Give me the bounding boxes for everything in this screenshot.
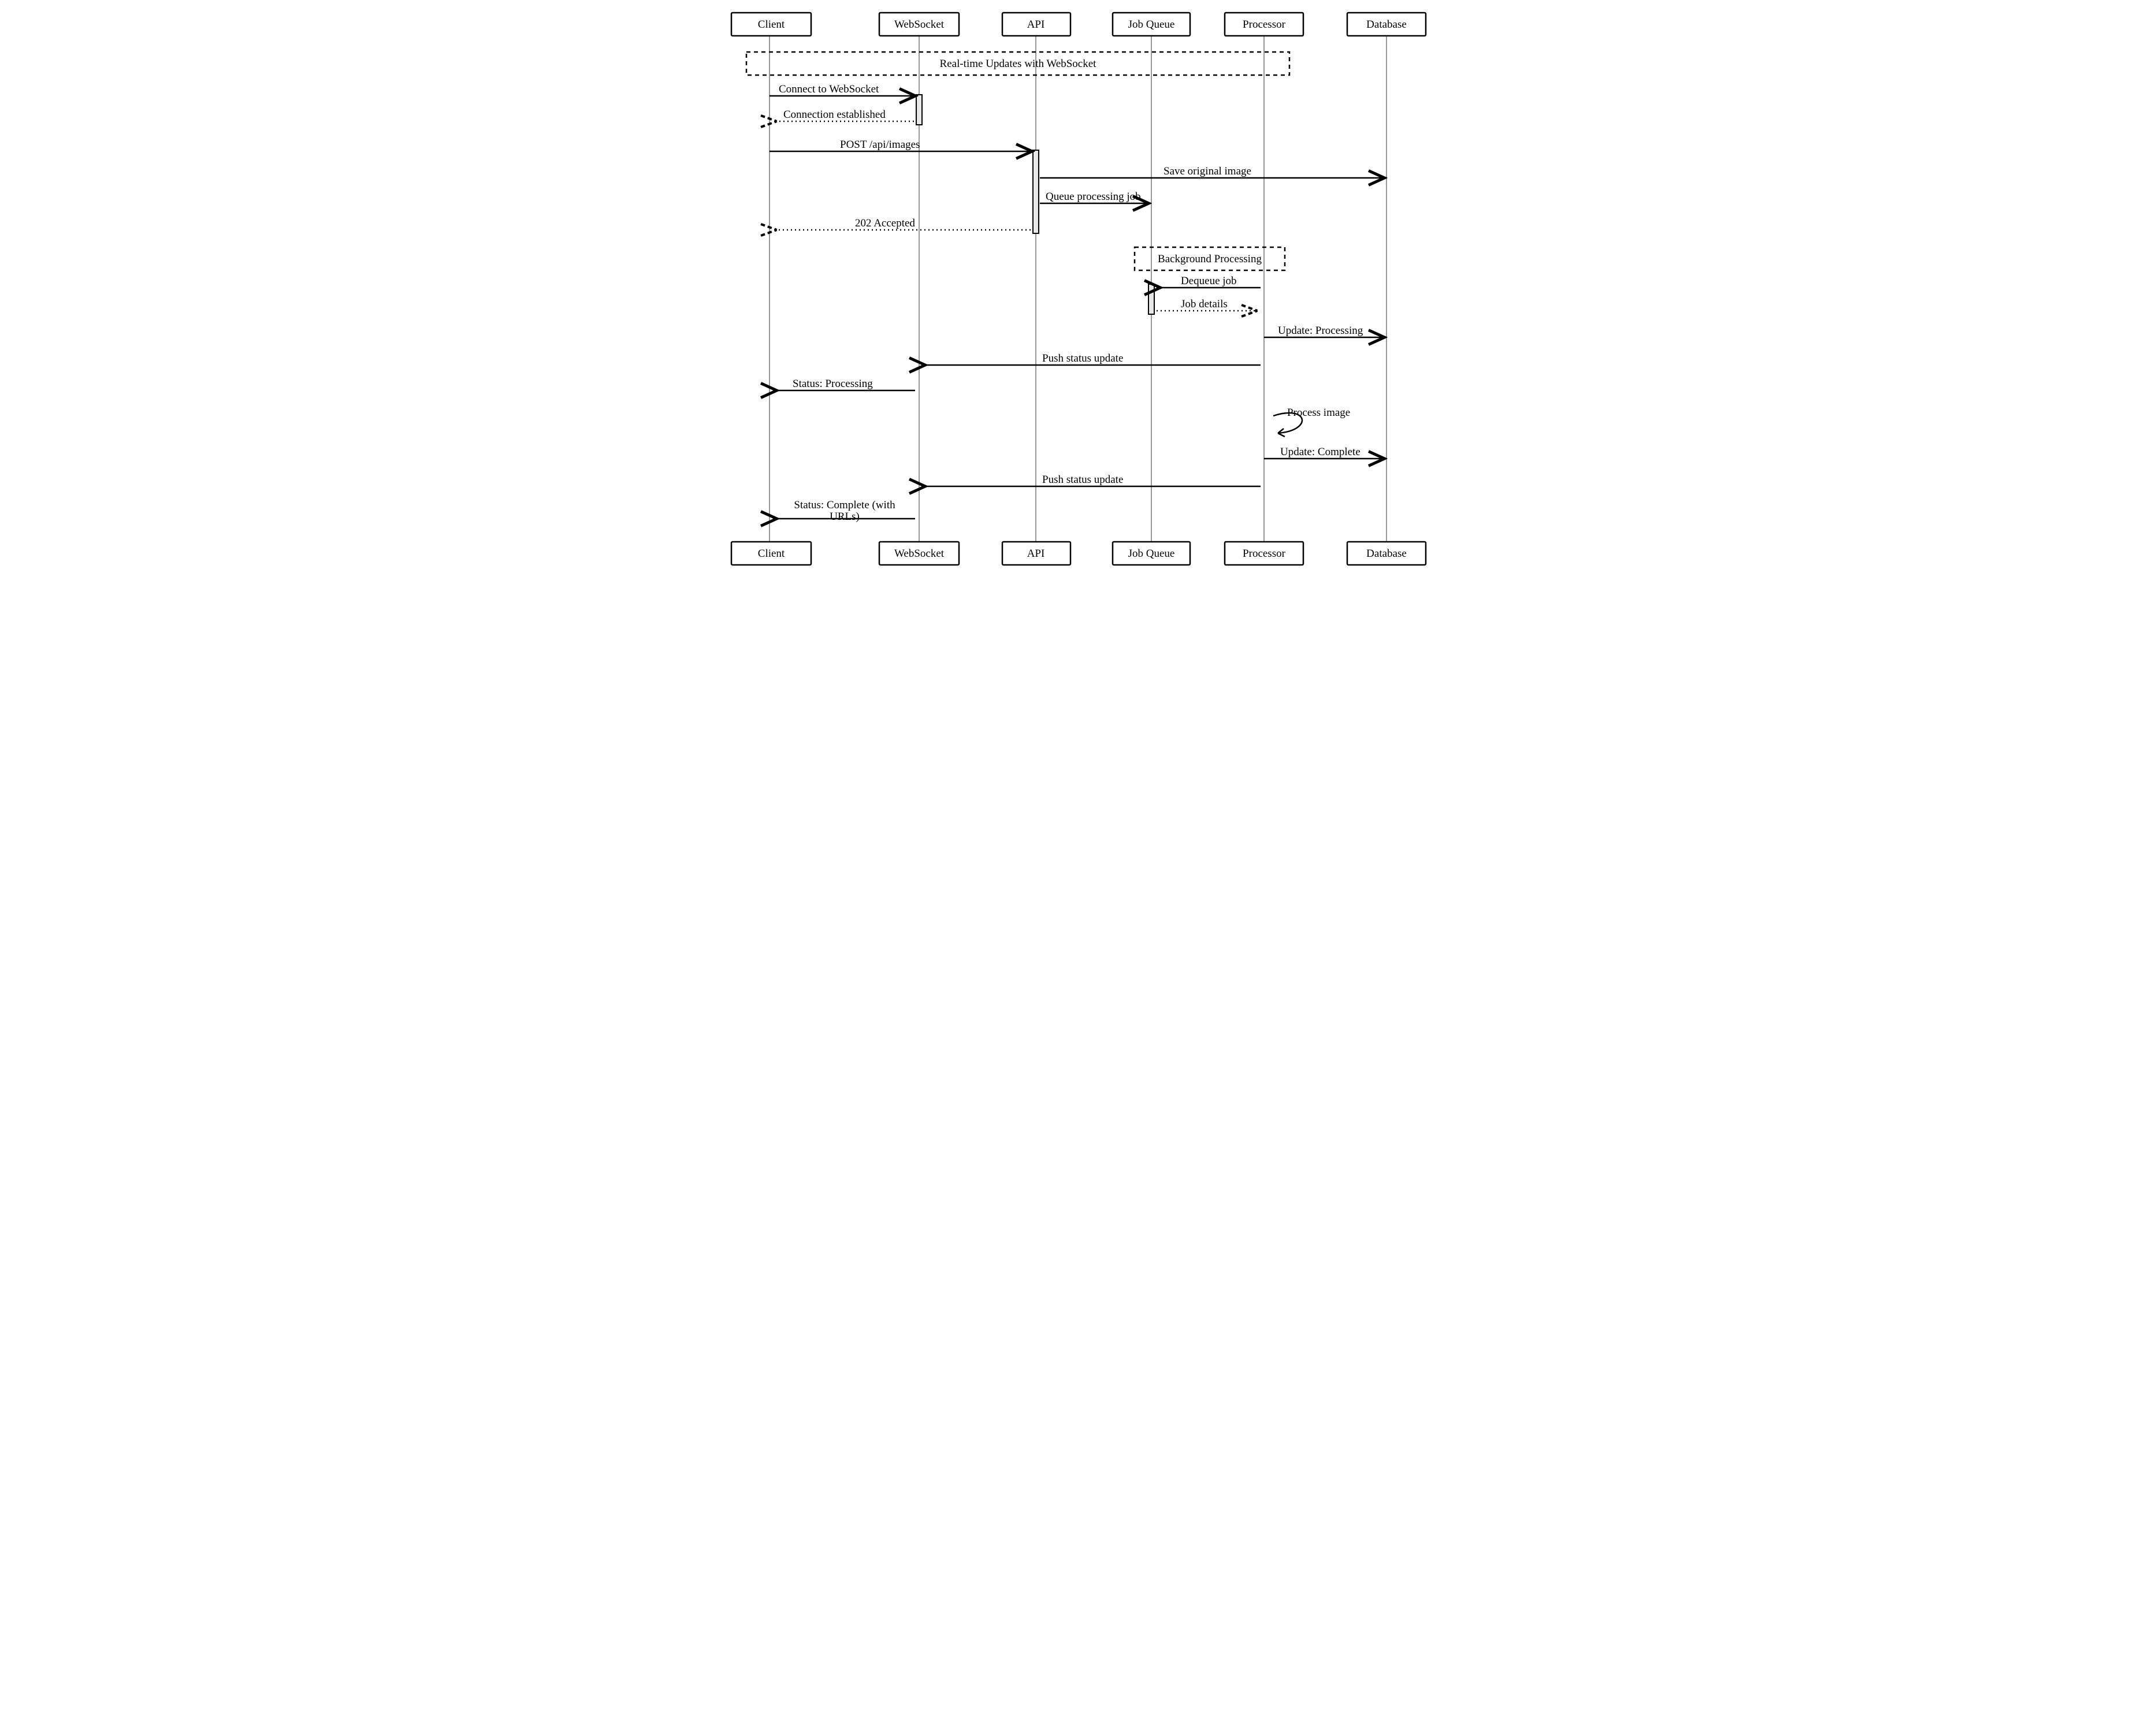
svg-text:Client: Client	[758, 18, 785, 31]
activation-websocket	[916, 95, 922, 125]
sequence-diagram: Client WebSocket API Job Queue Processor…	[719, 0, 1437, 571]
note-realtime: Real-time Updates with WebSocket	[940, 58, 1097, 70]
svg-text:Push status update: Push status update	[1042, 474, 1123, 486]
svg-text:Update: Processing: Update: Processing	[1278, 325, 1363, 337]
activation-jobqueue	[1148, 284, 1154, 314]
svg-text:Database: Database	[1366, 18, 1407, 31]
msg-self: Process image	[1287, 407, 1350, 419]
activation-api	[1033, 150, 1039, 233]
note-background: Background Processing	[1158, 253, 1262, 265]
svg-text:WebSocket: WebSocket	[894, 548, 945, 560]
svg-text:POST /api/images: POST /api/images	[840, 139, 920, 151]
svg-text:Processor: Processor	[1243, 18, 1286, 31]
svg-text:Update: Complete: Update: Complete	[1280, 446, 1360, 458]
svg-text:API: API	[1027, 548, 1045, 560]
svg-text:Status: Complete (with: Status: Complete (with	[794, 499, 895, 511]
svg-text:Status: Processing: Status: Processing	[793, 378, 873, 390]
svg-text:202 Accepted: 202 Accepted	[855, 217, 915, 229]
svg-text:Processor: Processor	[1243, 548, 1286, 560]
svg-text:Job details: Job details	[1181, 298, 1228, 310]
svg-text:Connect to WebSocket: Connect to WebSocket	[779, 83, 879, 95]
svg-text:Push status update: Push status update	[1042, 352, 1123, 364]
svg-text:URLs): URLs)	[830, 511, 860, 523]
svg-text:Database: Database	[1366, 548, 1407, 560]
svg-text:WebSocket: WebSocket	[894, 18, 945, 31]
svg-text:Dequeue job: Dequeue job	[1181, 275, 1237, 287]
svg-text:Job Queue: Job Queue	[1128, 548, 1175, 560]
svg-text:Client: Client	[758, 548, 785, 560]
svg-text:Save original image: Save original image	[1164, 165, 1251, 177]
svg-text:Connection established: Connection established	[783, 109, 886, 121]
participant-header: Client WebSocket API Job Queue Processor…	[731, 13, 1426, 36]
participant-footer: Client WebSocket API Job Queue Processor…	[731, 542, 1426, 565]
svg-text:Queue processing job: Queue processing job	[1046, 191, 1141, 203]
svg-text:API: API	[1027, 18, 1045, 31]
svg-text:Job Queue: Job Queue	[1128, 18, 1175, 31]
